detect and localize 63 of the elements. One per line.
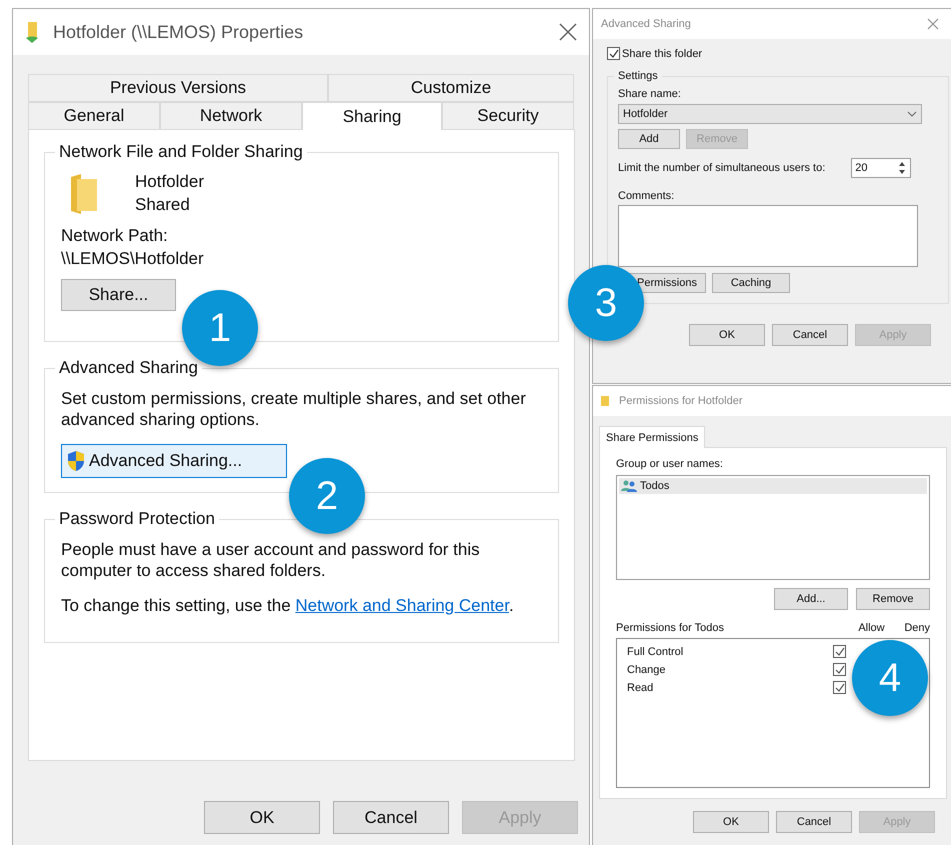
permission-name: Read xyxy=(627,682,654,694)
checkmark-icon xyxy=(834,646,844,657)
network-sharing-center-link[interactable]: Network and Sharing Center xyxy=(295,596,509,615)
caching-button[interactable]: Caching xyxy=(712,273,790,293)
checkbox-label: Share this folder xyxy=(622,48,702,60)
add-button[interactable]: Add xyxy=(618,129,680,149)
folder-icon xyxy=(601,395,609,407)
dialog-button[interactable]: Cancel xyxy=(772,324,848,346)
permission-name: Change xyxy=(627,664,667,676)
tab[interactable]: Share Permissions xyxy=(599,426,706,448)
users-icon xyxy=(621,480,637,492)
network-path-label: Network Path: xyxy=(61,226,168,246)
group-names-label: Group or user names: xyxy=(616,458,724,470)
column-header: Deny xyxy=(904,622,930,634)
share-name-dropdown[interactable]: Hotfolder xyxy=(618,104,922,124)
dialog-button[interactable]: OK xyxy=(204,801,320,834)
window-title: Permissions for Hotfolder xyxy=(619,395,742,407)
shield-icon xyxy=(66,450,86,472)
folder-icon xyxy=(69,172,99,214)
dialog-button[interactable]: OK xyxy=(693,811,769,833)
group-title: Network File and Folder Sharing xyxy=(58,142,304,162)
permission-name: Full Control xyxy=(627,646,684,658)
tab[interactable]: General xyxy=(28,102,160,130)
share-status: Shared xyxy=(135,195,191,215)
tab[interactable]: Previous Versions xyxy=(28,74,328,102)
dialog-button[interactable]: Cancel xyxy=(776,811,852,833)
checkmark-icon xyxy=(834,664,844,675)
checkbox[interactable] xyxy=(607,47,620,60)
tab[interactable]: Network xyxy=(160,102,302,130)
network-path: \\LEMOS\Hotfolder xyxy=(61,249,204,269)
remove-button[interactable]: Remove xyxy=(856,588,930,610)
advanced-sharing-button[interactable]: Advanced Sharing... xyxy=(61,444,287,478)
dialog-button[interactable]: OK xyxy=(689,324,765,346)
description: People must have a user account and password for this computer to access shared folders. xyxy=(61,539,481,581)
tab[interactable]: Customize xyxy=(328,74,574,102)
window-title: Advanced Sharing xyxy=(601,18,691,30)
checkmark-icon xyxy=(834,682,844,693)
chevron-icon xyxy=(907,111,917,117)
column-header: Allow xyxy=(858,622,886,634)
user-limit-spinner[interactable]: 20 xyxy=(851,158,912,178)
share-button[interactable]: Share... xyxy=(61,279,176,311)
checkbox[interactable] xyxy=(833,663,846,676)
tab[interactable]: Security xyxy=(442,102,574,130)
close-icon[interactable] xyxy=(927,18,939,30)
description: Set custom permissions, create multiple shares, and set other advanced sharing options. xyxy=(61,388,527,430)
window-title: Hotfolder (\\LEMOS) Properties xyxy=(53,22,304,42)
add-button[interactable]: Add... xyxy=(774,588,848,610)
folder-name: Hotfolder xyxy=(135,172,204,192)
permissions-label: Permissions for Todos xyxy=(616,622,726,634)
instruction-text: To change this setting, use the Network and Sharing Center. xyxy=(61,595,514,616)
close-icon[interactable] xyxy=(559,23,577,41)
checkmark-icon xyxy=(608,48,618,58)
user-list-item[interactable]: Todos xyxy=(619,478,927,494)
share-name-label: Share name: xyxy=(618,88,681,100)
comments-label: Comments: xyxy=(618,190,674,202)
dialog-button[interactable]: Cancel xyxy=(333,801,449,834)
comments-field[interactable] xyxy=(618,205,918,267)
limit-label: Limit the number of simultaneous users to: xyxy=(618,162,826,174)
checkbox[interactable] xyxy=(833,681,846,694)
tab[interactable]: Sharing xyxy=(302,102,442,130)
group-title: Settings xyxy=(617,70,659,82)
checkbox[interactable] xyxy=(833,645,846,658)
group-title: Password Protection xyxy=(58,509,216,529)
